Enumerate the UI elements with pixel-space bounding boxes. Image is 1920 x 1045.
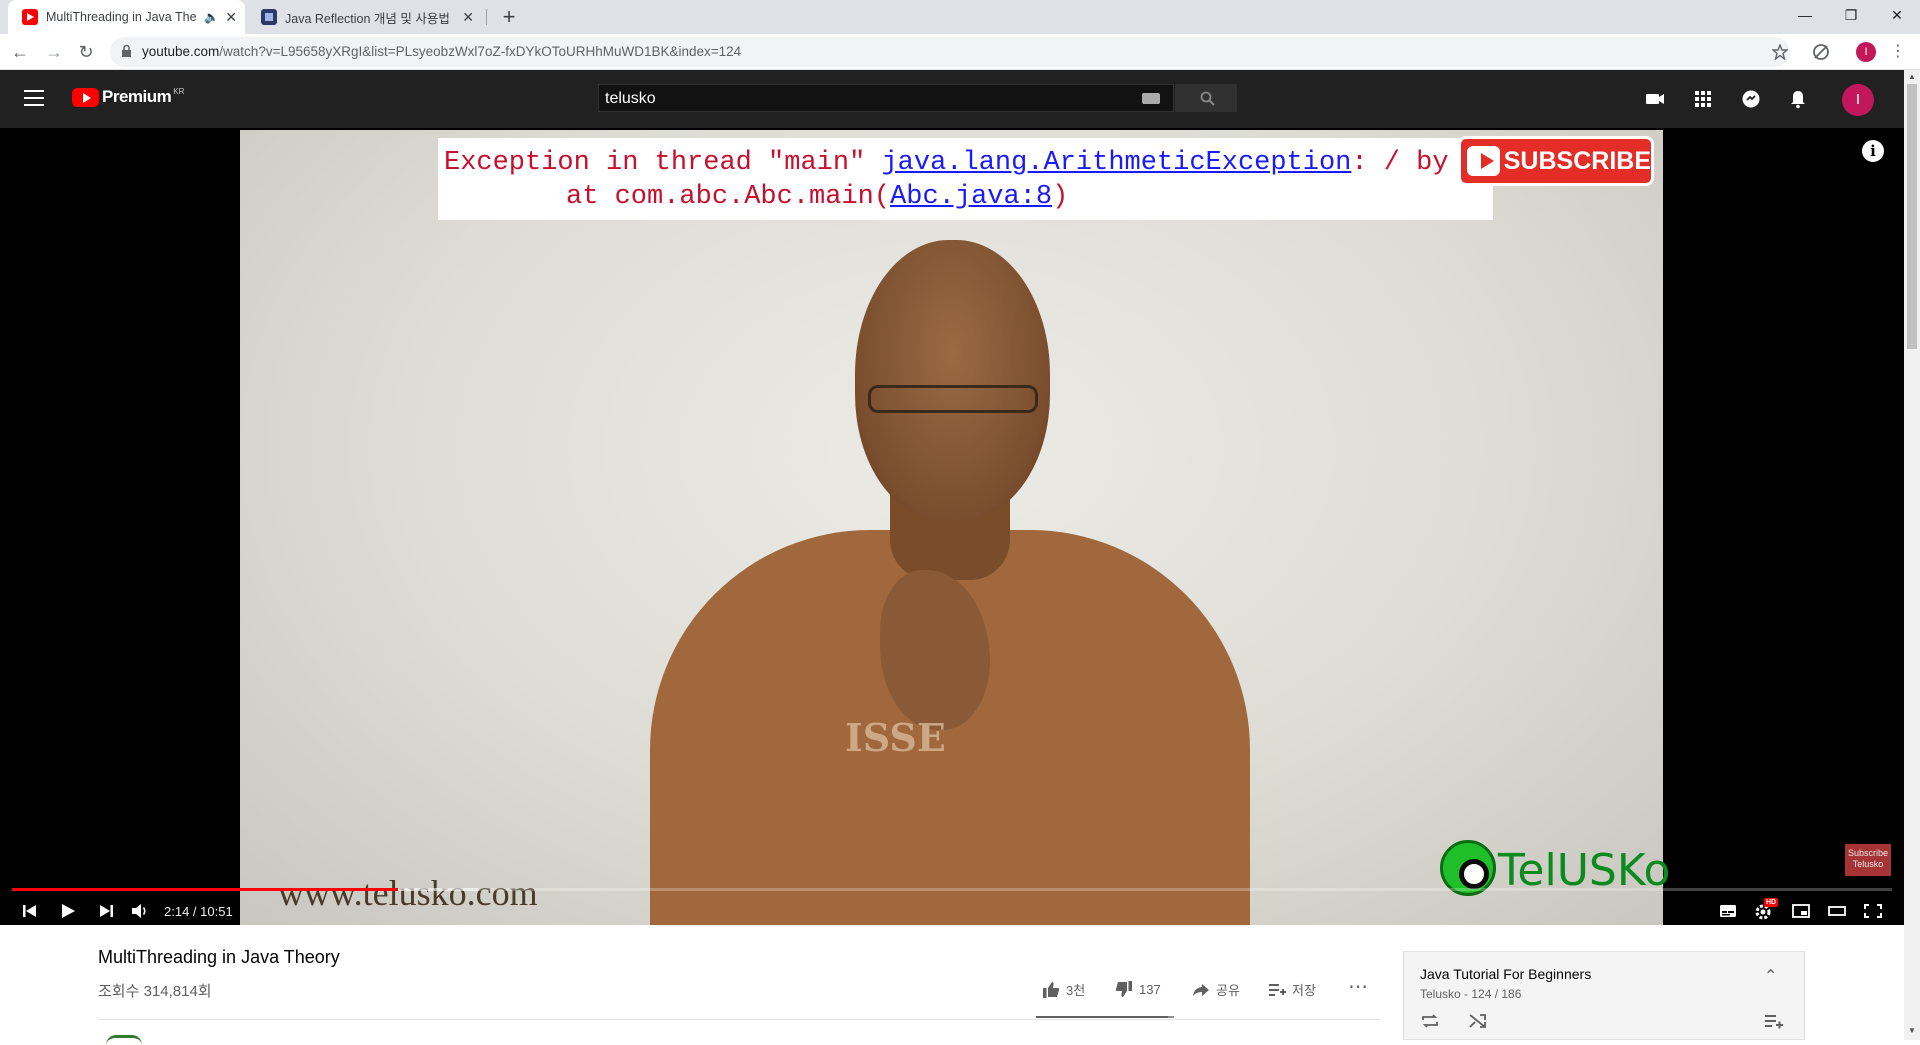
restore-icon[interactable]: ❐	[1828, 0, 1874, 30]
divider	[98, 1019, 1380, 1020]
share-label: 공유	[1216, 983, 1240, 998]
video-title: MultiThreading in Java Theory	[98, 947, 340, 967]
save-button[interactable]: 저장	[1268, 980, 1316, 999]
search-button[interactable]	[1175, 84, 1237, 112]
branding-watermark[interactable]: Subscribe Telusko	[1845, 844, 1891, 876]
messages-icon[interactable]	[1740, 88, 1762, 110]
lock-icon[interactable]	[122, 45, 131, 57]
tab-close-icon[interactable]: ✕	[462, 9, 474, 26]
tab-java-reflection[interactable]: Java Reflection 개념 및 사용법 ✕	[247, 0, 482, 34]
channel-avatar[interactable]	[106, 1035, 142, 1045]
theater-mode-icon[interactable]	[1827, 902, 1847, 920]
search-input[interactable]	[605, 88, 1105, 110]
tab-title: Java Reflection 개념 및 사용법	[285, 11, 450, 26]
play-icon[interactable]	[58, 902, 78, 920]
thumbs-up-icon	[1043, 981, 1060, 998]
browser-menu-icon[interactable]: ⋮	[1886, 40, 1910, 64]
thumbs-down-icon	[1115, 981, 1132, 997]
next-icon[interactable]	[96, 902, 116, 920]
address-bar[interactable]: youtube.com/watch?v=L95658yXRgI&list=PLs…	[110, 37, 1790, 67]
youtube-premium-logo[interactable]: Premium KR	[72, 87, 184, 107]
hamburger-menu-icon[interactable]	[24, 90, 44, 106]
tab-youtube[interactable]: MultiThreading in Java Theo 🔈 ✕	[8, 0, 245, 34]
volume-icon[interactable]	[130, 902, 150, 920]
view-count: 조회수 314,814회	[98, 983, 212, 1000]
create-video-icon[interactable]	[1644, 88, 1666, 110]
share-button[interactable]: 공유	[1192, 980, 1240, 999]
search-box	[598, 84, 1174, 112]
tab-title: MultiThreading in Java Theo	[46, 10, 196, 24]
tab-audio-icon[interactable]: 🔈	[204, 10, 219, 24]
forward-icon[interactable]: →	[42, 40, 66, 64]
exception-code-overlay: Exception in thread "main" java.lang.Ari…	[438, 138, 1513, 220]
logo-region: KR	[173, 86, 185, 96]
scroll-up-arrow-icon[interactable]: ▲	[1908, 72, 1916, 81]
like-button[interactable]: 3천	[1042, 980, 1085, 999]
search-icon	[1200, 91, 1215, 106]
youtube-favicon-icon	[22, 9, 38, 25]
site-favicon-icon	[261, 9, 277, 25]
fullscreen-icon[interactable]	[1863, 902, 1883, 920]
youtube-play-icon	[1467, 146, 1500, 176]
share-arrow-icon	[1193, 983, 1209, 996]
shirt-print-text: ISSE	[845, 715, 946, 760]
playlist-title[interactable]: Java Tutorial For Beginners	[1420, 966, 1591, 982]
progress-played	[12, 888, 399, 891]
hd-badge: HD	[1764, 898, 1779, 907]
youtube-header: Premium KR I	[0, 70, 1904, 128]
reload-icon[interactable]: ↻	[74, 40, 98, 64]
like-count: 3천	[1066, 983, 1086, 998]
subscribe-badge: SUBSCRIBE	[1458, 136, 1654, 186]
more-actions-icon[interactable]: ⋯	[1348, 974, 1368, 999]
previous-icon[interactable]	[20, 902, 40, 920]
notifications-bell-icon[interactable]	[1787, 88, 1809, 110]
video-frame[interactable]: ISSE Exception in thread "main" java.lan…	[240, 130, 1670, 925]
scrollbar-thumb[interactable]	[1907, 84, 1917, 349]
bookmark-star-icon[interactable]	[1772, 44, 1788, 60]
player-controls: 2:14 / 10:51 HD	[0, 896, 1904, 925]
url-text: youtube.com/watch?v=L95658yXRgI&list=PLs…	[142, 44, 742, 59]
logo-wordmark: Premium	[102, 87, 172, 106]
tab-close-icon[interactable]: ✕	[225, 9, 237, 26]
browser-tab-strip: MultiThreading in Java Theo 🔈 ✕ Java Ref…	[0, 0, 1920, 34]
presenter-head	[855, 240, 1050, 520]
playlist-panel: Java Tutorial For Beginners Telusko - 12…	[1403, 951, 1805, 1040]
account-avatar[interactable]: I	[1842, 84, 1874, 116]
page-scrollbar[interactable]: ▲ ▼	[1904, 70, 1920, 1040]
video-player[interactable]: ISSE Exception in thread "main" java.lan…	[0, 128, 1904, 925]
close-window-icon[interactable]: ✕	[1874, 0, 1920, 30]
code-line-2: at com.abc.Abc.main(Abc.java:8)	[566, 182, 1069, 212]
progress-bar[interactable]	[12, 888, 1892, 891]
minimize-icon[interactable]: —	[1782, 0, 1828, 30]
playlist-meta: Telusko - 124 / 186	[1420, 987, 1522, 1001]
info-icon[interactable]: i	[1862, 140, 1884, 162]
back-icon[interactable]: ←	[8, 40, 32, 64]
sync-paused-icon[interactable]	[1812, 43, 1830, 61]
time-display: 2:14 / 10:51	[164, 904, 233, 919]
save-label: 저장	[1292, 983, 1316, 998]
subscribe-badge-label: SUBSCRIBE	[1503, 146, 1651, 175]
tab-separator	[486, 9, 487, 25]
youtube-play-logo-icon	[72, 87, 99, 107]
loop-icon[interactable]	[1420, 1012, 1440, 1030]
keyboard-icon[interactable]	[1142, 93, 1160, 104]
miniplayer-icon[interactable]	[1791, 902, 1811, 920]
browser-toolbar: ← → ↻ youtube.com/watch?v=L95658yXRgI&li…	[0, 34, 1920, 70]
like-ratio-fill	[1036, 1016, 1169, 1018]
playlist-add-icon	[1269, 983, 1286, 996]
subtitles-icon[interactable]	[1718, 902, 1738, 920]
chevron-up-icon[interactable]: ⌃	[1764, 966, 1777, 986]
scroll-down-arrow-icon[interactable]: ▼	[1908, 1026, 1916, 1035]
dislike-count: 137	[1139, 981, 1161, 997]
video-info-section: MultiThreading in Java Theory 조회수 314,81…	[0, 925, 1904, 1040]
dislike-button[interactable]: 137	[1115, 980, 1161, 998]
playlist-save-icon[interactable]	[1764, 1012, 1784, 1030]
new-tab-button[interactable]: +	[496, 4, 522, 30]
shuffle-icon[interactable]	[1468, 1012, 1488, 1030]
code-line-1: Exception in thread "main" java.lang.Ari…	[444, 148, 1514, 178]
presenter-glasses	[868, 385, 1038, 413]
apps-grid-icon[interactable]	[1692, 88, 1714, 110]
profile-avatar[interactable]: I	[1856, 42, 1876, 62]
